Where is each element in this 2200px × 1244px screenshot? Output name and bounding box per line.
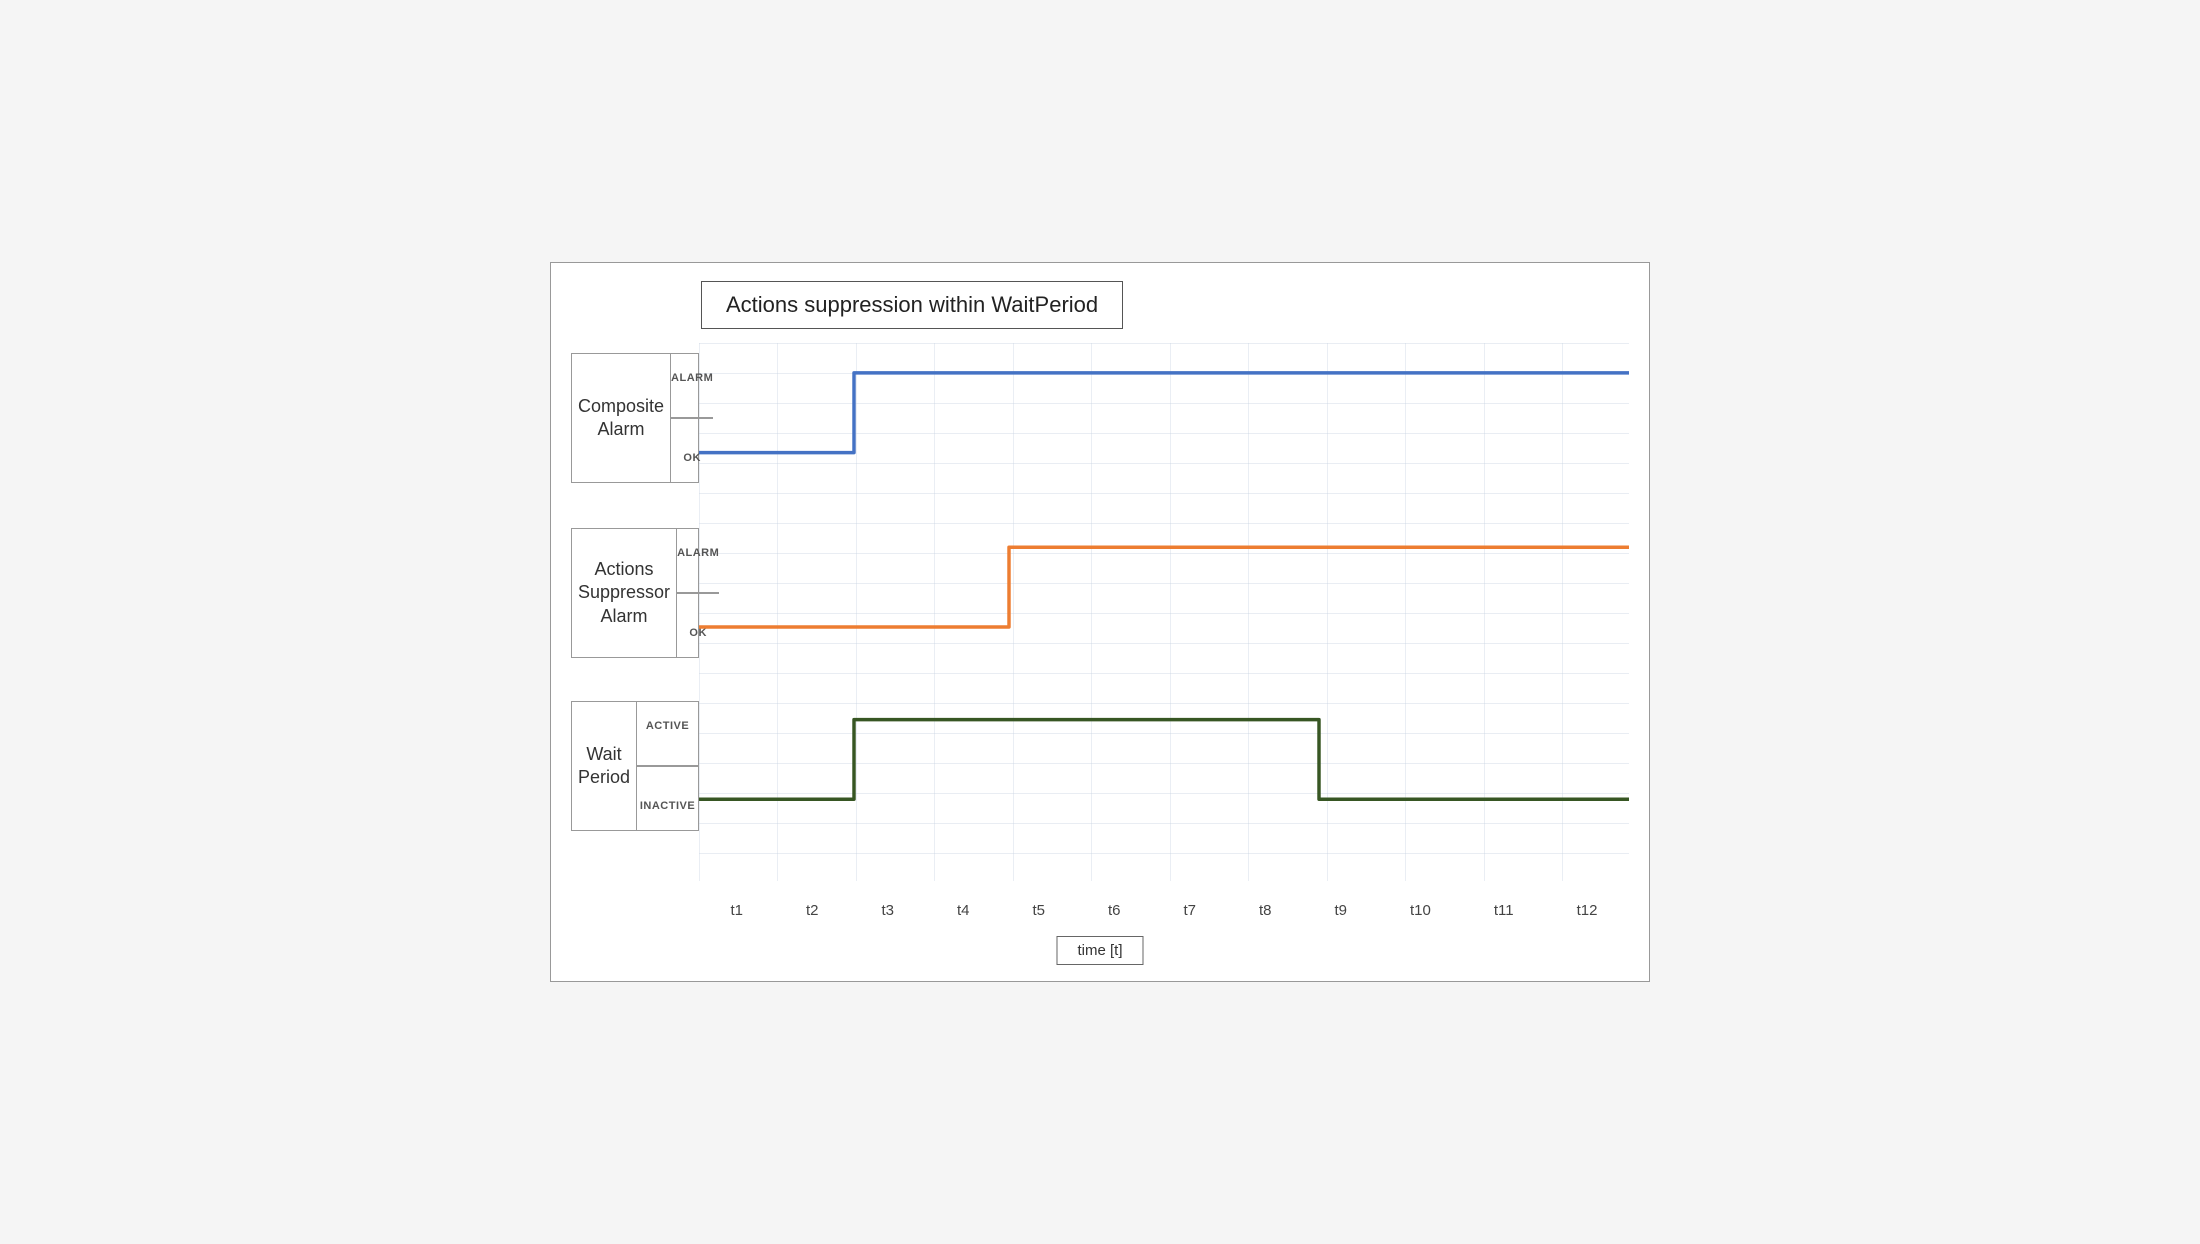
tick-t3: t3 [881,902,894,919]
wait-period-top-state: ACTIVE [646,716,689,736]
tick-t12: t12 [1577,902,1598,919]
tick-t1: t1 [730,902,743,919]
composite-alarm-label: CompositeAlarm [572,354,671,482]
tick-t4: t4 [957,902,970,919]
tick-t5: t5 [1032,902,1045,919]
tick-t11: t11 [1494,902,1514,919]
tick-t8: t8 [1259,902,1272,919]
wait-period-line [699,720,1629,800]
actions-suppressor-label-box: ActionsSuppressorAlarm ALARM OK [571,528,699,658]
tick-t9: t9 [1334,902,1347,919]
time-label: time [t] [1056,936,1143,965]
diagram-container: Actions suppression within WaitPeriod Co… [550,262,1650,982]
composite-alarm-label-box: CompositeAlarm ALARM OK [571,353,699,483]
tick-t6: t6 [1108,902,1121,919]
wait-period-label: WaitPeriod [572,702,637,830]
wait-period-bottom-state: INACTIVE [640,796,695,816]
actions-suppressor-label: ActionsSuppressorAlarm [572,529,677,657]
actions-suppressor-line [699,547,1629,627]
tick-t2: t2 [806,902,819,919]
tick-t7: t7 [1183,902,1196,919]
wait-period-label-box: WaitPeriod ACTIVE INACTIVE [571,701,699,831]
chart-title: Actions suppression within WaitPeriod [701,281,1123,329]
chart-svg [699,343,1629,881]
composite-alarm-line [699,373,1629,453]
wait-period-states: ACTIVE INACTIVE [637,702,698,830]
time-axis: t1 t2 t3 t4 t5 t6 t7 t8 t9 t10 t11 t12 [699,902,1629,919]
tick-t10: t10 [1410,902,1431,919]
